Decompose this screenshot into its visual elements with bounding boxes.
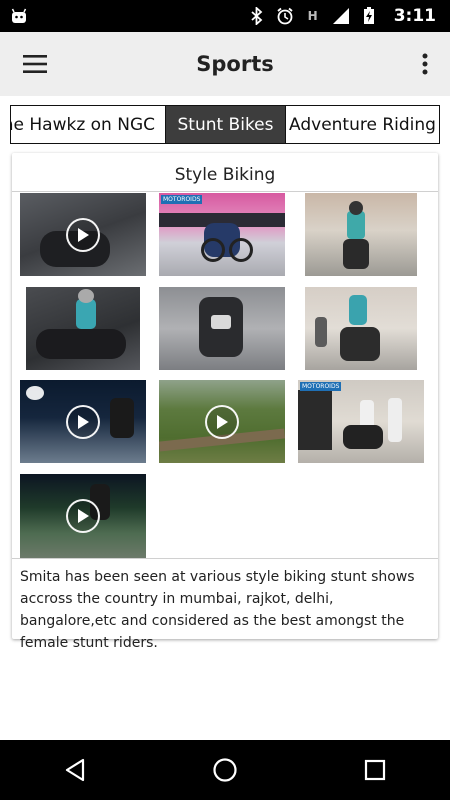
gallery-thumbnail[interactable] (159, 380, 285, 463)
play-icon (205, 404, 239, 439)
play-icon (66, 217, 100, 252)
app-bar: Sports (0, 32, 450, 96)
battery-charging-icon (360, 7, 378, 25)
gallery-thumbnail[interactable]: MOTOROIDS (298, 380, 424, 463)
tab-stunt-bikes[interactable]: Stunt Bikes (166, 106, 286, 143)
hamburger-menu-button[interactable] (0, 32, 70, 96)
home-icon (213, 758, 237, 782)
tab-adventure-riding[interactable]: Adventure Riding (286, 106, 439, 143)
more-vert-icon (422, 53, 428, 75)
play-icon (66, 404, 100, 439)
gallery-thumbnail[interactable] (20, 380, 146, 463)
recents-icon (364, 759, 386, 781)
tab-hawkz-on-ngc[interactable]: he Hawkz on NGC (11, 106, 166, 143)
back-button[interactable] (45, 740, 105, 800)
recents-button[interactable] (345, 740, 405, 800)
gallery-thumbnail[interactable] (305, 287, 417, 370)
card-description: Smita has been seen at various style bik… (20, 569, 415, 651)
category-tabs: he Hawkz on NGC Stunt Bikes Adventure Ri… (10, 105, 440, 144)
status-bar: H 3:11 (0, 0, 450, 32)
navigation-bar (0, 740, 450, 800)
android-icon (10, 7, 28, 25)
overflow-menu-button[interactable] (400, 32, 450, 96)
back-icon (65, 758, 85, 782)
play-icon (66, 499, 100, 533)
gallery-thumbnail[interactable] (20, 193, 146, 276)
gallery-thumbnail[interactable] (159, 287, 285, 370)
gallery-thumbnail[interactable] (20, 474, 146, 558)
alarm-icon (276, 7, 294, 25)
status-time: 3:11 (393, 6, 436, 26)
gallery-thumbnail[interactable]: MOTOROIDS (159, 193, 285, 276)
hamburger-menu-icon (23, 55, 47, 73)
signal-icon (332, 7, 350, 25)
h-network-icon: H (307, 9, 318, 23)
divider (12, 191, 438, 192)
watermark-logo: MOTOROIDS (161, 195, 203, 204)
gallery-thumbnail[interactable] (26, 287, 140, 370)
watermark-logo: MOTOROIDS (300, 382, 342, 391)
divider (12, 558, 438, 559)
page-title: Sports (196, 52, 274, 76)
content-card: Style Biking MOTOROIDS MOTOROIDS Smita h… (12, 153, 438, 651)
card-title: Style Biking (174, 165, 276, 185)
home-button[interactable] (195, 740, 255, 800)
bluetooth-icon (248, 7, 266, 25)
gallery-thumbnail[interactable] (305, 193, 417, 276)
